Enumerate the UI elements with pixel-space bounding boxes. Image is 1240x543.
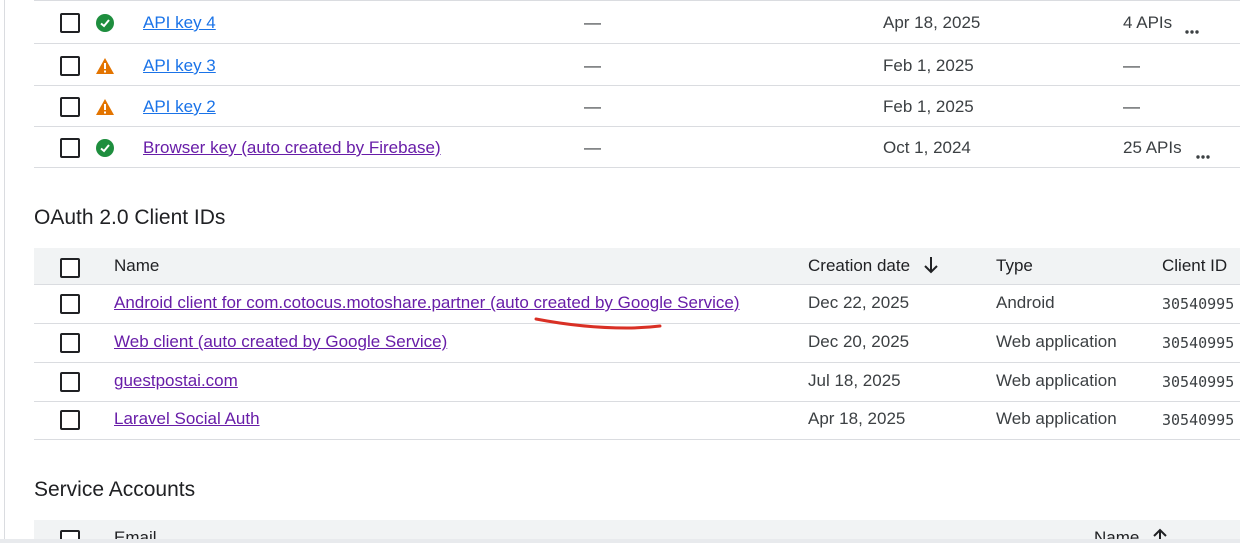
row-checkbox[interactable] xyxy=(60,13,80,33)
row-checkbox[interactable] xyxy=(60,372,80,392)
select-all-checkbox[interactable] xyxy=(60,258,80,278)
oauth-type: Web application xyxy=(996,371,1117,390)
api-key-restrictions: — xyxy=(584,138,601,157)
check-circle-icon xyxy=(96,139,114,157)
api-key-apis: 4 APIs xyxy=(1123,13,1173,32)
api-key-created: Feb 1, 2025 xyxy=(883,97,974,116)
oauth-client-row: Laravel Social Auth Apr 18, 2025 Web appli… xyxy=(34,401,1240,440)
oauth-client-id: 30540995 xyxy=(1162,334,1235,352)
api-key-restrictions: — xyxy=(584,97,601,116)
row-checkbox[interactable] xyxy=(60,138,80,158)
oauth-client-id: 30540995 xyxy=(1162,373,1235,391)
oauth-type: Android xyxy=(996,293,1055,312)
header-creation-date-label: Creation date xyxy=(808,256,911,275)
oauth-type: Web application xyxy=(996,332,1117,351)
more-horiz-icon[interactable] xyxy=(1196,144,1210,164)
row-checkbox[interactable] xyxy=(60,333,80,353)
check-circle-icon xyxy=(96,14,114,32)
header-creation-date[interactable]: Creation date xyxy=(808,256,939,276)
api-key-link[interactable]: API key 2 xyxy=(143,97,216,117)
row-checkbox[interactable] xyxy=(60,56,80,76)
warning-triangle-icon xyxy=(95,98,115,116)
header-name[interactable]: Name xyxy=(114,256,159,276)
api-key-restrictions: — xyxy=(584,56,601,75)
oauth-client-id: 30540995 xyxy=(1162,295,1235,313)
more-horiz-icon[interactable] xyxy=(1185,19,1199,39)
header-type[interactable]: Type xyxy=(996,256,1033,276)
oauth-client-link[interactable]: Laravel Social Auth xyxy=(114,409,260,429)
oauth-client-link[interactable]: Web client (auto created by Google Servi… xyxy=(114,332,447,352)
service-accounts-title: Service Accounts xyxy=(34,478,196,501)
oauth-client-id: 30540995 xyxy=(1162,411,1235,429)
oauth-creation-date: Jul 18, 2025 xyxy=(808,371,901,390)
taskbar-edge xyxy=(0,539,1240,543)
left-border xyxy=(4,0,5,543)
api-key-apis: — xyxy=(1123,97,1140,116)
api-key-apis: — xyxy=(1123,56,1140,75)
oauth-creation-date: Dec 22, 2025 xyxy=(808,293,910,312)
api-key-restrictions: — xyxy=(584,13,601,32)
annotation-underline xyxy=(534,317,662,330)
oauth-client-link[interactable]: Android client for com.cotocus.motoshare… xyxy=(114,293,740,313)
oauth-section-title: OAuth 2.0 Client IDs xyxy=(34,206,226,229)
row-checkbox[interactable] xyxy=(60,410,80,430)
oauth-type: Web application xyxy=(996,409,1117,428)
row-checkbox[interactable] xyxy=(60,97,80,117)
row-checkbox[interactable] xyxy=(60,294,80,314)
api-key-row: API key 4 — Apr 18, 2025 4 APIs xyxy=(34,0,1240,44)
oauth-table-header: Name Creation date Type Client ID xyxy=(34,248,1240,285)
api-key-link[interactable]: API key 3 xyxy=(143,56,216,76)
api-key-link[interactable]: API key 4 xyxy=(143,13,216,33)
oauth-client-row: guestpostai.com Jul 18, 2025 Web applicati… xyxy=(34,363,1240,402)
api-key-created: Apr 18, 2025 xyxy=(883,13,981,32)
api-key-row: API key 3 — Feb 1, 2025 — xyxy=(34,45,1240,86)
api-key-row: Browser key (auto created by Firebase) — O… xyxy=(34,127,1240,168)
arrow-down-icon[interactable] xyxy=(923,256,939,274)
oauth-client-link[interactable]: guestpostai.com xyxy=(114,371,238,391)
api-key-apis: 25 APIs xyxy=(1123,138,1182,157)
api-key-created: Feb 1, 2025 xyxy=(883,56,974,75)
api-key-row: API key 2 — Feb 1, 2025 — xyxy=(34,86,1240,127)
oauth-creation-date: Apr 18, 2025 xyxy=(808,409,906,428)
api-key-link[interactable]: Browser key (auto created by Firebase) xyxy=(143,138,441,158)
warning-triangle-icon xyxy=(95,57,115,75)
oauth-creation-date: Dec 20, 2025 xyxy=(808,332,910,351)
header-client-id[interactable]: Client ID xyxy=(1162,256,1227,276)
api-key-created: Oct 1, 2024 xyxy=(883,138,971,157)
